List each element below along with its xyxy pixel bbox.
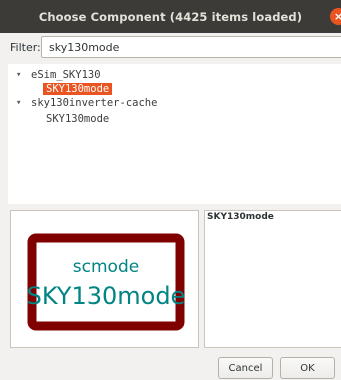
tree-row-component[interactable]: SKY130mode [43,112,112,126]
cancel-button[interactable]: Cancel [218,357,273,379]
tree-row-component-selected[interactable]: SKY130mode [43,82,113,96]
ok-button[interactable]: OK [280,357,335,379]
symbol-preview: scmode SKY130mode [10,210,199,348]
filter-row: Filter: sky130mode [0,36,341,58]
tree-row-library-inverter-cache[interactable]: ▾ sky130inverter-cache [16,96,160,110]
window-title: Choose Component (4425 items loaded) [38,9,303,24]
filter-label: Filter: [10,40,41,54]
tree-row-library-esim[interactable]: ▾ eSim_SKY130 [16,68,104,82]
symbol-value-text: SKY130mode [27,282,186,310]
chevron-down-icon[interactable]: ▾ [16,98,28,108]
symbol-graphic: scmode SKY130mode [27,233,186,331]
chevron-down-icon[interactable]: ▾ [16,70,28,80]
filter-input[interactable]: sky130mode [41,36,341,58]
description-title: SKY130mode [207,212,274,222]
tree-item-label: SKY130mode [43,83,113,95]
tree-item-label: SKY130mode [46,113,110,125]
description-panel: SKY130mode [204,210,341,348]
tree-item-label: sky130inverter-cache [31,97,158,109]
close-icon[interactable]: × [330,8,341,25]
tree-item-label: eSim_SKY130 [31,69,101,81]
symbol-ref-text: scmode [73,257,139,277]
title-bar: Choose Component (4425 items loaded) × [0,0,341,33]
component-tree[interactable]: ▾ eSim_SKY130 SKY130mode ▾ sky130inverte… [8,64,341,204]
